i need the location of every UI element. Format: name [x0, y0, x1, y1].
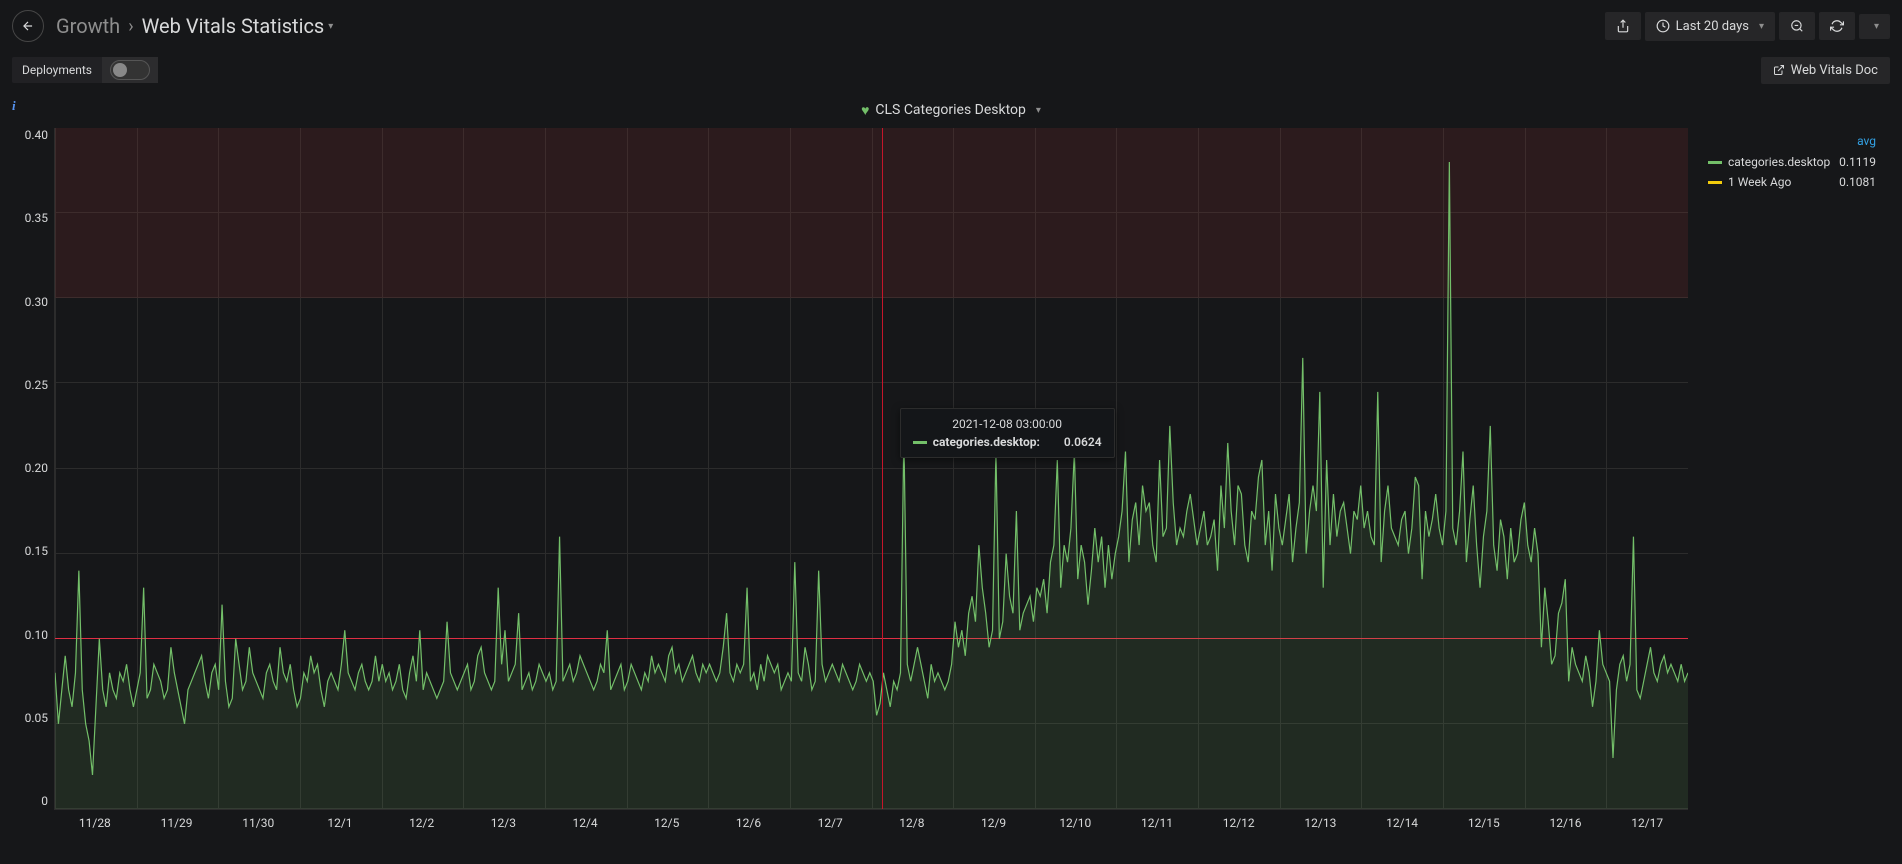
- share-button[interactable]: [1605, 12, 1641, 40]
- legend-row[interactable]: categories.desktop 0.1119: [1708, 152, 1876, 172]
- x-tick: 12/4: [544, 816, 626, 836]
- legend-label: categories.desktop: [1728, 155, 1830, 169]
- topbar: Growth › Web Vitals Statistics ▾ Last 20…: [0, 0, 1902, 52]
- doc-link-label: Web Vitals Doc: [1791, 63, 1878, 78]
- search-minus-icon: [1790, 19, 1804, 33]
- time-range-label: Last 20 days: [1676, 19, 1749, 34]
- x-tick: 12/3: [463, 816, 545, 836]
- x-tick: 11/30: [217, 816, 299, 836]
- y-tick: 0.15: [14, 544, 48, 558]
- tooltip: 2021-12-08 03:00:00 categories.desktop: 0.…: [900, 408, 1115, 458]
- tooltip-series-label: categories.desktop:: [933, 435, 1040, 449]
- refresh-icon: [1830, 19, 1844, 33]
- x-tick: 12/13: [1280, 816, 1362, 836]
- caret-down-icon: ▾: [1036, 105, 1041, 116]
- web-vitals-doc-link[interactable]: Web Vitals Doc: [1761, 57, 1890, 84]
- x-tick: 12/17: [1606, 816, 1688, 836]
- x-tick: 12/5: [626, 816, 708, 836]
- x-tick: 12/1: [299, 816, 381, 836]
- heart-icon: ♥: [861, 102, 869, 119]
- x-tick: 11/28: [54, 816, 136, 836]
- caret-down-icon: ▾: [1759, 21, 1764, 32]
- x-tick: 12/11: [1116, 816, 1198, 836]
- cursor-line: [882, 128, 883, 809]
- y-tick: 0.20: [14, 461, 48, 475]
- share-icon: [1616, 19, 1630, 33]
- x-tick: 12/7: [789, 816, 871, 836]
- legend-swatch: [1708, 161, 1722, 164]
- subbar: Deployments Web Vitals Doc: [0, 52, 1902, 96]
- x-tick: 12/10: [1034, 816, 1116, 836]
- legend-value: 0.1119: [1839, 155, 1876, 169]
- external-link-icon: [1773, 64, 1785, 76]
- y-axis: 0.40 0.35 0.30 0.25 0.20 0.15 0.10 0.05 0: [14, 128, 54, 836]
- caret-down-icon[interactable]: ▾: [328, 21, 333, 32]
- x-tick: 12/8: [871, 816, 953, 836]
- x-tick: 12/9: [953, 816, 1035, 836]
- plot-area[interactable]: 2021-12-08 03:00:00 categories.desktop: 0.…: [54, 128, 1688, 810]
- x-tick: 12/6: [708, 816, 790, 836]
- panel: i ♥ CLS Categories Desktop ▾ 0.40 0.35 0.3…: [6, 96, 1896, 856]
- y-tick: 0.40: [14, 128, 48, 142]
- breadcrumb-leaf[interactable]: Web Vitals Statistics: [142, 14, 325, 38]
- legend-header[interactable]: avg: [1708, 134, 1876, 148]
- legend: avg categories.desktop 0.1119 1 Week Ago 0.…: [1688, 128, 1888, 836]
- y-tick: 0: [14, 794, 48, 808]
- panel-title-text: CLS Categories Desktop: [875, 102, 1026, 118]
- x-axis: 11/2811/2911/3012/112/212/312/412/512/61…: [54, 810, 1688, 836]
- chart: 0.40 0.35 0.30 0.25 0.20 0.15 0.10 0.05 0 2021-1…: [6, 124, 1896, 844]
- y-tick: 0.10: [14, 628, 48, 642]
- legend-value: 0.1081: [1839, 175, 1876, 189]
- tooltip-swatch: [913, 441, 927, 444]
- x-tick: 12/12: [1198, 816, 1280, 836]
- y-tick: 0.05: [14, 711, 48, 725]
- info-icon[interactable]: i: [12, 98, 16, 114]
- series-line: [55, 128, 1688, 809]
- legend-row[interactable]: 1 Week Ago 0.1081: [1708, 172, 1876, 192]
- arrow-left-icon: [21, 19, 35, 33]
- x-tick: 12/16: [1525, 816, 1607, 836]
- chevron-right-icon: ›: [128, 16, 133, 37]
- y-tick: 0.35: [14, 211, 48, 225]
- tooltip-timestamp: 2021-12-08 03:00:00: [913, 417, 1102, 431]
- deployments-label: Deployments: [12, 57, 102, 83]
- x-tick: 12/15: [1443, 816, 1525, 836]
- zoom-out-button[interactable]: [1779, 12, 1815, 40]
- caret-down-icon: ▾: [1874, 21, 1879, 32]
- x-tick: 12/14: [1361, 816, 1443, 836]
- breadcrumb-root[interactable]: Growth: [56, 14, 120, 38]
- x-tick: 12/2: [381, 816, 463, 836]
- deployments-toggle[interactable]: [110, 60, 150, 80]
- time-range-button[interactable]: Last 20 days ▾: [1645, 12, 1775, 41]
- refresh-interval-button[interactable]: ▾: [1859, 14, 1890, 39]
- refresh-button[interactable]: [1819, 12, 1855, 40]
- y-tick: 0.25: [14, 378, 48, 392]
- panel-title[interactable]: ♥ CLS Categories Desktop ▾: [6, 96, 1896, 124]
- y-tick: 0.30: [14, 295, 48, 309]
- back-button[interactable]: [12, 10, 44, 42]
- x-tick: 11/29: [136, 816, 218, 836]
- legend-label: 1 Week Ago: [1728, 175, 1791, 189]
- tooltip-value: 0.0624: [1064, 435, 1102, 449]
- legend-swatch: [1708, 181, 1722, 184]
- clock-icon: [1656, 19, 1670, 33]
